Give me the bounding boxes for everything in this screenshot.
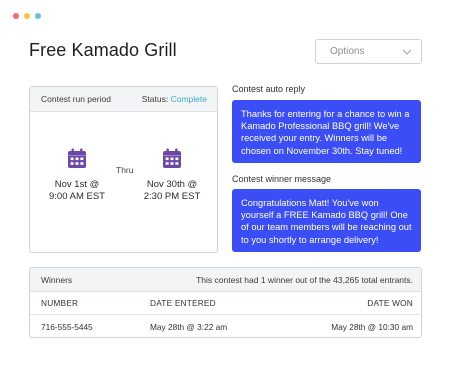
winners-summary: This contest had 1 winner out of the 43,…	[196, 274, 413, 285]
winner-date-entered: May 28th @ 3:22 am	[150, 321, 228, 332]
run-period-body: Nov 1st @ 9:00 AM EST Thru Nov 30th @ 2:…	[30, 112, 217, 252]
winners-header: Winners This contest had 1 winner out of…	[30, 268, 421, 292]
options-label: Options	[330, 46, 365, 57]
winners-title: Winners	[41, 274, 73, 285]
calendar-icon	[163, 148, 181, 168]
page-title: Free Kamado Grill	[29, 40, 177, 60]
status-label: Status:	[141, 94, 169, 104]
winner-message: Congratulations Matt! You've won yoursel…	[232, 189, 421, 252]
start-date-block: Nov 1st @ 9:00 AM EST	[37, 148, 117, 203]
thru-label: Thru	[116, 165, 134, 175]
column-header-number: NUMBER	[41, 298, 79, 308]
start-date-day: Nov 1st @	[54, 179, 100, 190]
end-date-block: Nov 30th @ 2:30 PM EST	[132, 148, 212, 203]
calendar-icon	[68, 148, 86, 168]
run-period-title: Contest run period	[41, 94, 111, 104]
window-controls	[13, 13, 41, 19]
close-dot[interactable]	[13, 13, 19, 19]
maximize-dot[interactable]	[35, 13, 41, 19]
table-row[interactable]: 716-555-5445 May 28th @ 3:22 am May 28th…	[30, 315, 421, 337]
start-date-time: 9:00 AM EST	[49, 191, 105, 202]
winner-date-won: May 28th @ 10:30 am	[331, 321, 413, 332]
column-header-date-won: DATE WON	[367, 298, 413, 308]
winners-table: Winners This contest had 1 winner out of…	[29, 267, 422, 338]
chevron-down-icon	[402, 49, 412, 55]
contest-run-period-card: Contest run period Status: Complete Nov …	[29, 86, 218, 253]
end-date-time: 2:30 PM EST	[143, 191, 201, 202]
auto-reply-message: Thanks for entering for a chance to win …	[232, 100, 421, 163]
end-date: Nov 30th @ 2:30 PM EST	[132, 179, 212, 203]
winner-message-label: Contest winner message	[232, 174, 332, 184]
run-period-header: Contest run period Status: Complete	[30, 87, 217, 112]
auto-reply-label: Contest auto reply	[232, 84, 306, 94]
table-header-row: NUMBER DATE ENTERED DATE WON	[30, 292, 421, 315]
status: Status: Complete	[142, 94, 207, 104]
options-dropdown[interactable]: Options	[315, 39, 422, 64]
minimize-dot[interactable]	[24, 13, 30, 19]
start-date: Nov 1st @ 9:00 AM EST	[37, 179, 117, 203]
end-date-day: Nov 30th @	[146, 179, 198, 190]
column-header-date-entered: DATE ENTERED	[150, 298, 216, 308]
winner-number: 716-555-5445	[41, 321, 93, 332]
status-badge: Complete	[170, 94, 207, 104]
